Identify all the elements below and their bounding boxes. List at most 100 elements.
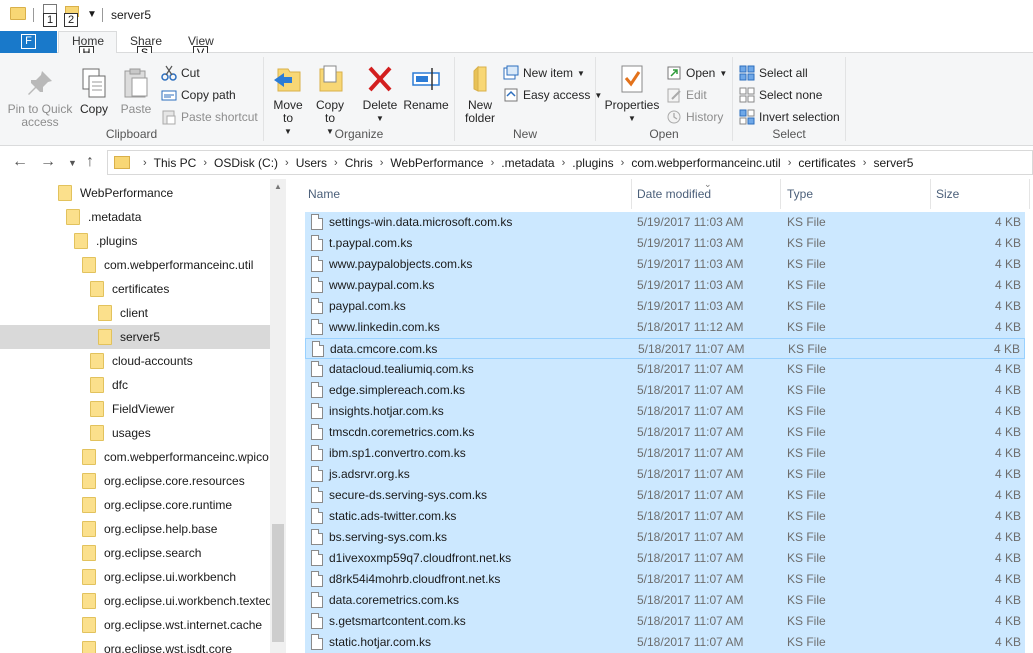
tree-item[interactable]: WebPerformance (0, 181, 270, 205)
file-row[interactable]: d1ivexoxmp59q7.cloudfront.net.ks 5/18/201… (305, 548, 1025, 569)
tree-item[interactable]: FieldViewer (0, 397, 270, 421)
breadcrumb-chevron-right-icon[interactable]: › (788, 157, 792, 169)
column-divider[interactable] (930, 179, 931, 209)
column-header-size[interactable]: Size (936, 179, 959, 209)
forward-arrow-icon[interactable]: → (40, 153, 56, 171)
tree-item[interactable]: .plugins (0, 229, 270, 253)
tree-item[interactable]: org.eclipse.search (0, 541, 270, 565)
breadcrumb-item[interactable]: This PC (154, 156, 197, 170)
file-row[interactable]: static.ads-twitter.com.ks 5/18/2017 11:07… (305, 506, 1025, 527)
tree-item[interactable]: org.eclipse.ui.workbench.texted (0, 589, 270, 613)
file-row[interactable]: insights.hotjar.com.ks 5/18/2017 11:07 AM… (305, 401, 1025, 422)
back-arrow-icon[interactable]: ← (12, 153, 28, 171)
file-row[interactable]: edge.simplereach.com.ks 5/18/2017 11:07 A… (305, 380, 1025, 401)
tree-item[interactable]: org.eclipse.core.runtime (0, 493, 270, 517)
tree-item[interactable]: org.eclipse.ui.workbench (0, 565, 270, 589)
file-row[interactable]: static.hotjar.com.ks 5/18/2017 11:07 AM KS… (305, 632, 1025, 653)
delete-button[interactable]: Delete ▼ (361, 63, 399, 125)
breadcrumb-chevron-right-icon[interactable]: › (380, 157, 384, 169)
file-row[interactable]: d8rk54i4mohrb.cloudfront.net.ks 5/18/2017… (305, 569, 1025, 590)
tree-item[interactable]: org.eclipse.wst.isdt.core (0, 637, 270, 653)
address-bar[interactable]: › This PC › OSDisk (C:) › Users › Chris › WebPerf… (107, 150, 1033, 175)
edit-button[interactable]: Edit (666, 87, 707, 103)
tree-item[interactable]: com.webperformanceinc.wpico (0, 445, 270, 469)
breadcrumb-chevron-right-icon[interactable]: › (562, 157, 566, 169)
file-row[interactable]: secure-ds.serving-sys.com.ks 5/18/2017 11… (305, 485, 1025, 506)
column-header-type[interactable]: Type (787, 179, 813, 209)
file-row[interactable]: tmscdn.coremetrics.com.ks 5/18/2017 11:07… (305, 422, 1025, 443)
history-button[interactable]: History (666, 109, 723, 125)
breadcrumb-chevron-right-icon[interactable]: › (203, 157, 207, 169)
recent-locations-chevron-down-icon[interactable]: ▼ (68, 158, 77, 168)
paste-shortcut-button[interactable]: Paste shortcut (161, 109, 258, 125)
tree-item[interactable]: org.eclipse.core.resources (0, 469, 270, 493)
file-row[interactable]: t.paypal.com.ks 5/19/2017 11:03 AM KS File… (305, 233, 1025, 254)
new-folder-button[interactable]: New folder (459, 63, 501, 125)
column-header-name[interactable]: Name (308, 179, 340, 209)
file-name: www.paypal.com.ks (329, 278, 435, 292)
breadcrumb-item[interactable]: Users (296, 156, 327, 170)
file-row[interactable]: data.cmcore.com.ks 5/18/2017 11:07 AM KS F… (305, 338, 1025, 359)
paste-button[interactable]: Paste (116, 67, 156, 116)
pin-to-quick-access-button[interactable]: Pin to Quick access (6, 67, 74, 129)
tree-item[interactable]: client (0, 301, 270, 325)
breadcrumb-chevron-right-icon[interactable]: › (143, 157, 147, 169)
breadcrumb-chevron-right-icon[interactable]: › (491, 157, 495, 169)
breadcrumb-item[interactable]: .metadata (501, 156, 554, 170)
chevron-down-icon: ▼ (719, 68, 728, 78)
scroll-up-arrow-icon[interactable]: ▲ (273, 182, 283, 191)
tree-item[interactable]: cloud-accounts (0, 349, 270, 373)
file-name: datacloud.tealiumiq.com.ks (329, 362, 474, 376)
file-row[interactable]: www.linkedin.com.ks 5/18/2017 11:12 AM KS … (305, 317, 1025, 338)
file-row[interactable]: js.adsrvr.org.ks 5/18/2017 11:07 AM KS Fil… (305, 464, 1025, 485)
breadcrumb-chevron-right-icon[interactable]: › (621, 157, 625, 169)
tree-item[interactable]: .metadata (0, 205, 270, 229)
tree-item[interactable]: dfc (0, 373, 270, 397)
open-button[interactable]: Open ▼ (666, 65, 727, 81)
new-item-button[interactable]: New item ▼ (503, 65, 585, 81)
tab-file[interactable]: F (0, 31, 57, 53)
column-header-date-modified[interactable]: Date modified (637, 179, 711, 209)
file-row[interactable]: s.getsmartcontent.com.ks 5/18/2017 11:07 … (305, 611, 1025, 632)
rename-button[interactable]: Rename (403, 63, 449, 112)
cut-button[interactable]: Cut (161, 65, 200, 81)
column-divider[interactable] (780, 179, 781, 209)
file-row[interactable]: paypal.com.ks 5/19/2017 11:03 AM KS File 4 … (305, 296, 1025, 317)
file-row[interactable]: www.paypalobjects.com.ks 5/19/2017 11:03 … (305, 254, 1025, 275)
breadcrumb-chevron-right-icon[interactable]: › (285, 157, 289, 169)
copy-button[interactable]: Copy (76, 67, 112, 116)
scrollbar-thumb[interactable] (272, 524, 284, 642)
tree-item[interactable]: usages (0, 421, 270, 445)
file-row[interactable]: bs.serving-sys.com.ks 5/18/2017 11:07 AM K… (305, 527, 1025, 548)
tree-item[interactable]: certificates (0, 277, 270, 301)
tree-item[interactable]: org.eclipse.help.base (0, 517, 270, 541)
copy-path-button[interactable]: Copy path (161, 87, 236, 103)
file-row[interactable]: www.paypal.com.ks 5/19/2017 11:03 AM KS Fi… (305, 275, 1025, 296)
select-none-button[interactable]: Select none (739, 87, 822, 103)
breadcrumb-chevron-right-icon[interactable]: › (334, 157, 338, 169)
breadcrumb-item[interactable]: server5 (873, 156, 913, 170)
file-row[interactable]: datacloud.tealiumiq.com.ks 5/18/2017 11:0… (305, 359, 1025, 380)
breadcrumb-item[interactable]: WebPerformance (390, 156, 483, 170)
breadcrumb-item[interactable]: .plugins (572, 156, 613, 170)
column-divider[interactable] (1029, 179, 1030, 209)
breadcrumb-item[interactable]: certificates (798, 156, 855, 170)
properties-button[interactable]: Properties ▼ (602, 63, 662, 125)
breadcrumb-item[interactable]: OSDisk (C:) (214, 156, 278, 170)
file-row[interactable]: settings-win.data.microsoft.com.ks 5/19/2… (305, 212, 1025, 233)
tree-item[interactable]: server5 (0, 325, 270, 349)
breadcrumb-item[interactable]: com.webperformanceinc.util (631, 156, 780, 170)
breadcrumb-chevron-right-icon[interactable]: › (863, 157, 867, 169)
customize-toolbar-chevron-down-icon[interactable]: ▼ (87, 9, 97, 20)
column-divider[interactable] (631, 179, 632, 209)
file-row[interactable]: data.coremetrics.com.ks 5/18/2017 11:07 A… (305, 590, 1025, 611)
up-arrow-icon[interactable]: ↑ (86, 153, 94, 171)
tree-item[interactable]: com.webperformanceinc.util (0, 253, 270, 277)
breadcrumb-item[interactable]: Chris (345, 156, 373, 170)
navigation-pane-scrollbar[interactable]: ▲ (270, 179, 286, 653)
select-all-button[interactable]: Select all (739, 65, 808, 81)
file-row[interactable]: ibm.sp1.convertro.com.ks 5/18/2017 11:07 … (305, 443, 1025, 464)
easy-access-button[interactable]: Easy access ▼ (503, 87, 602, 103)
tree-item[interactable]: org.eclipse.wst.internet.cache (0, 613, 270, 637)
invert-selection-button[interactable]: Invert selection (739, 109, 840, 125)
